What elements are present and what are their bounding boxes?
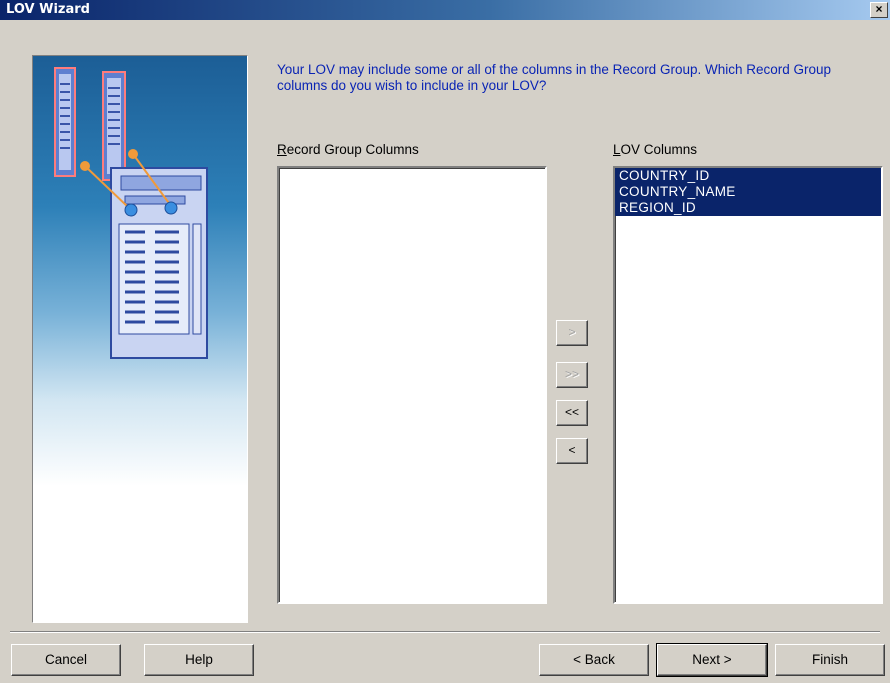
next-button[interactable]: Next >: [656, 643, 768, 677]
cancel-button[interactable]: Cancel: [11, 644, 121, 676]
add-all-button[interactable]: >>: [556, 362, 588, 388]
lov-columns-accelerator: L: [613, 142, 621, 157]
record-group-columns-label: Record Group Columns: [277, 142, 419, 157]
record-group-columns-list[interactable]: [277, 166, 547, 604]
record-group-accelerator: R: [277, 142, 287, 157]
close-button[interactable]: ×: [870, 2, 888, 18]
lov-columns-list[interactable]: COUNTRY_ID COUNTRY_NAME REGION_ID: [613, 166, 883, 604]
record-group-label-text: ecord Group Columns: [286, 142, 419, 157]
wizard-illustration-icon: [54, 67, 208, 359]
help-button[interactable]: Help: [144, 644, 254, 676]
add-selected-button[interactable]: >: [556, 320, 588, 346]
remove-selected-button[interactable]: <: [556, 438, 588, 464]
list-item-region-id[interactable]: REGION_ID: [615, 200, 881, 216]
remove-all-button[interactable]: <<: [556, 400, 588, 426]
list-item-country-id[interactable]: COUNTRY_ID: [615, 168, 881, 184]
window-title: LOV Wizard: [6, 2, 90, 17]
wizard-illustration-panel: [32, 55, 248, 623]
list-item-country-name[interactable]: COUNTRY_NAME: [615, 184, 881, 200]
lov-columns-label: LOV Columns: [613, 142, 697, 157]
back-button[interactable]: < Back: [539, 644, 649, 676]
finish-button[interactable]: Finish: [775, 644, 885, 676]
footer-separator: [10, 631, 880, 633]
instruction-text: Your LOV may include some or all of the …: [277, 62, 832, 93]
close-icon: ×: [875, 2, 883, 16]
lov-columns-label-text: OV Columns: [620, 142, 698, 157]
title-bar: LOV Wizard ×: [0, 0, 890, 20]
